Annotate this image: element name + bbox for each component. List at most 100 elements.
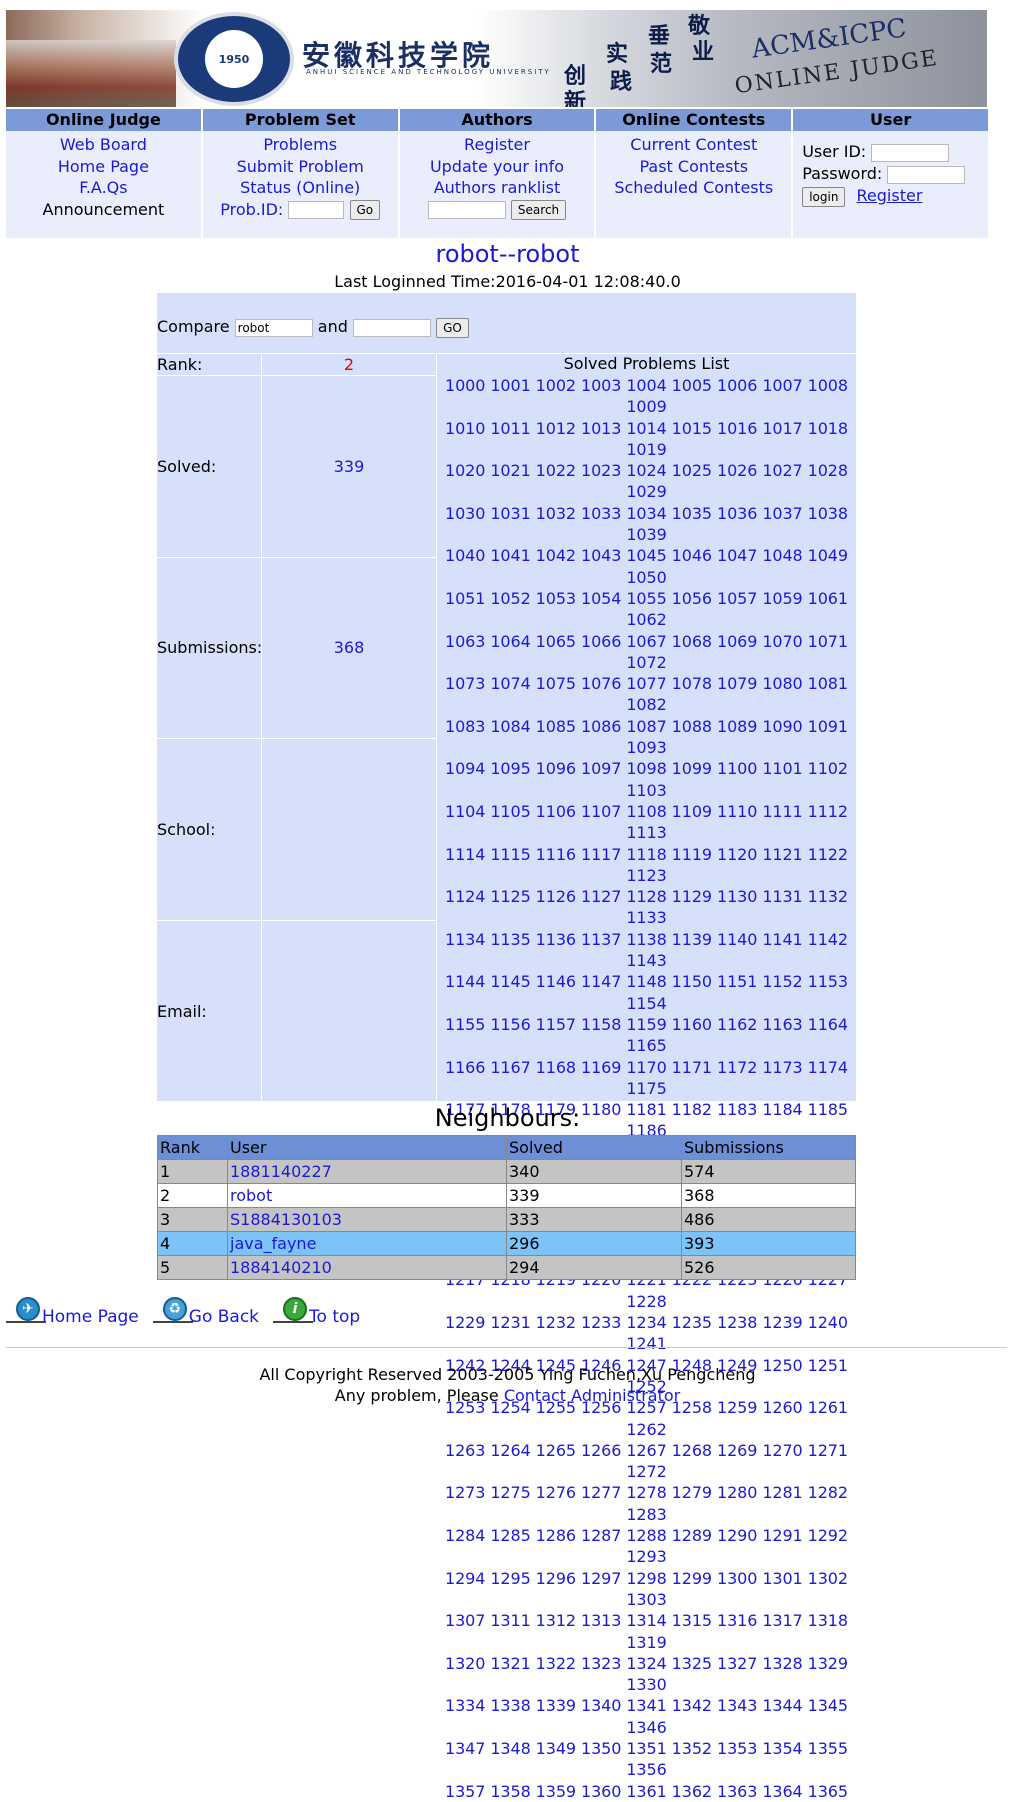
prob-id-go-button[interactable]: Go (349, 200, 381, 220)
problem-link[interactable]: 1267 (626, 1441, 666, 1460)
problem-link[interactable]: 1264 (490, 1441, 530, 1460)
problem-link[interactable]: 1363 (717, 1782, 757, 1801)
problem-link[interactable]: 1147 (581, 972, 621, 991)
problem-link[interactable]: 1079 (717, 674, 757, 693)
problem-link[interactable]: 1023 (581, 461, 621, 480)
problem-link[interactable]: 1233 (581, 1313, 621, 1332)
go-back-link[interactable]: Go Back (189, 1307, 259, 1327)
problem-link[interactable]: 1143 (626, 951, 666, 970)
problem-link[interactable]: 1074 (490, 674, 530, 693)
problem-link[interactable]: 1288 (626, 1526, 666, 1545)
problem-link[interactable]: 1173 (762, 1058, 802, 1077)
problem-link[interactable]: 1106 (536, 802, 576, 821)
problem-link[interactable]: 1116 (536, 845, 576, 864)
problem-link[interactable]: 1319 (626, 1633, 666, 1652)
problem-link[interactable]: 1006 (717, 376, 757, 395)
user-cell[interactable]: S1884130103 (227, 1207, 507, 1232)
solved-value[interactable]: 339 (262, 457, 436, 476)
problem-link[interactable]: 1171 (672, 1058, 712, 1077)
problem-link[interactable]: 1073 (445, 674, 485, 693)
footer-back[interactable]: ♻ Go Back (152, 1297, 259, 1327)
user-link[interactable]: 1881140227 (230, 1162, 332, 1181)
problem-link[interactable]: 1049 (808, 546, 848, 565)
problem-link[interactable]: 1327 (717, 1654, 757, 1673)
user-cell[interactable]: robot (227, 1183, 507, 1208)
problem-link[interactable]: 1317 (762, 1611, 802, 1630)
problem-link[interactable]: 1343 (717, 1696, 757, 1715)
problem-link[interactable]: 1172 (717, 1058, 757, 1077)
problem-link[interactable]: 1268 (672, 1441, 712, 1460)
problem-link[interactable]: 1138 (626, 930, 666, 949)
problem-link[interactable]: 1277 (581, 1483, 621, 1502)
problem-link[interactable]: 1299 (672, 1569, 712, 1588)
problem-link[interactable]: 1361 (626, 1782, 666, 1801)
problem-link[interactable]: 1028 (808, 461, 848, 480)
problem-link[interactable]: 1312 (536, 1611, 576, 1630)
problem-link[interactable]: 1167 (490, 1058, 530, 1077)
link-authors-ranklist[interactable]: Authors ranklist (434, 178, 561, 197)
problem-link[interactable]: 1109 (672, 802, 712, 821)
problem-link[interactable]: 1017 (762, 419, 802, 438)
login-button[interactable]: login (802, 186, 846, 207)
problem-link[interactable]: 1069 (717, 632, 757, 651)
link-past-contests[interactable]: Past Contests (639, 157, 748, 176)
problem-link[interactable]: 1157 (536, 1015, 576, 1034)
problem-link[interactable]: 1080 (762, 674, 802, 693)
problem-link[interactable]: 1307 (445, 1611, 485, 1630)
problem-link[interactable]: 1040 (445, 546, 485, 565)
problem-link[interactable]: 1056 (672, 589, 712, 608)
problem-link[interactable]: 1089 (717, 717, 757, 736)
problem-link[interactable]: 1014 (626, 419, 666, 438)
problem-link[interactable]: 1045 (626, 546, 666, 565)
problem-link[interactable]: 1009 (626, 397, 666, 416)
problem-link[interactable]: 1346 (626, 1718, 666, 1737)
problem-link[interactable]: 1059 (762, 589, 802, 608)
problem-link[interactable]: 1151 (717, 972, 757, 991)
problem-link[interactable]: 1262 (626, 1420, 666, 1439)
problem-link[interactable]: 1134 (445, 930, 485, 949)
register-link[interactable]: Register (857, 186, 923, 205)
compare-user1-input[interactable]: robot (234, 318, 313, 337)
problem-link[interactable]: 1035 (672, 504, 712, 523)
problem-link[interactable]: 1055 (626, 589, 666, 608)
problem-link[interactable]: 1000 (445, 376, 485, 395)
problem-link[interactable]: 1234 (626, 1313, 666, 1332)
problem-link[interactable]: 1037 (762, 504, 802, 523)
problem-link[interactable]: 1148 (626, 972, 666, 991)
problem-link[interactable]: 1117 (581, 845, 621, 864)
problem-link[interactable]: 1358 (490, 1782, 530, 1801)
problem-link[interactable]: 1292 (808, 1526, 848, 1545)
problem-link[interactable]: 1107 (581, 802, 621, 821)
problem-link[interactable]: 1284 (445, 1526, 485, 1545)
user-cell[interactable]: java_fayne (227, 1231, 507, 1256)
problem-link[interactable]: 1105 (490, 802, 530, 821)
problem-link[interactable]: 1104 (445, 802, 485, 821)
author-search-input[interactable] (427, 201, 506, 219)
problem-link[interactable]: 1175 (626, 1079, 666, 1098)
problem-link[interactable]: 1152 (762, 972, 802, 991)
problem-link[interactable]: 1163 (762, 1015, 802, 1034)
problem-link[interactable]: 1322 (536, 1654, 576, 1673)
problem-link[interactable]: 1119 (672, 845, 712, 864)
problem-link[interactable]: 1114 (445, 845, 485, 864)
problem-link[interactable]: 1097 (581, 759, 621, 778)
problem-link[interactable]: 1033 (581, 504, 621, 523)
problem-link[interactable]: 1090 (762, 717, 802, 736)
problem-link[interactable]: 1010 (445, 419, 485, 438)
problem-link[interactable]: 1103 (626, 781, 666, 800)
problem-link[interactable]: 1124 (445, 887, 485, 906)
problem-link[interactable]: 1101 (762, 759, 802, 778)
link-home-page[interactable]: Home Page (58, 157, 149, 176)
problem-link[interactable]: 1146 (536, 972, 576, 991)
problem-link[interactable]: 1154 (626, 994, 666, 1013)
problem-link[interactable]: 1072 (626, 653, 666, 672)
problem-link[interactable]: 1341 (626, 1696, 666, 1715)
user-link[interactable]: robot (230, 1186, 272, 1205)
problem-link[interactable]: 1360 (581, 1782, 621, 1801)
problem-link[interactable]: 1004 (626, 376, 666, 395)
problem-link[interactable]: 1081 (808, 674, 848, 693)
problem-link[interactable]: 1125 (490, 887, 530, 906)
problem-link[interactable]: 1019 (626, 440, 666, 459)
problem-link[interactable]: 1239 (762, 1313, 802, 1332)
problem-link[interactable]: 1342 (672, 1696, 712, 1715)
